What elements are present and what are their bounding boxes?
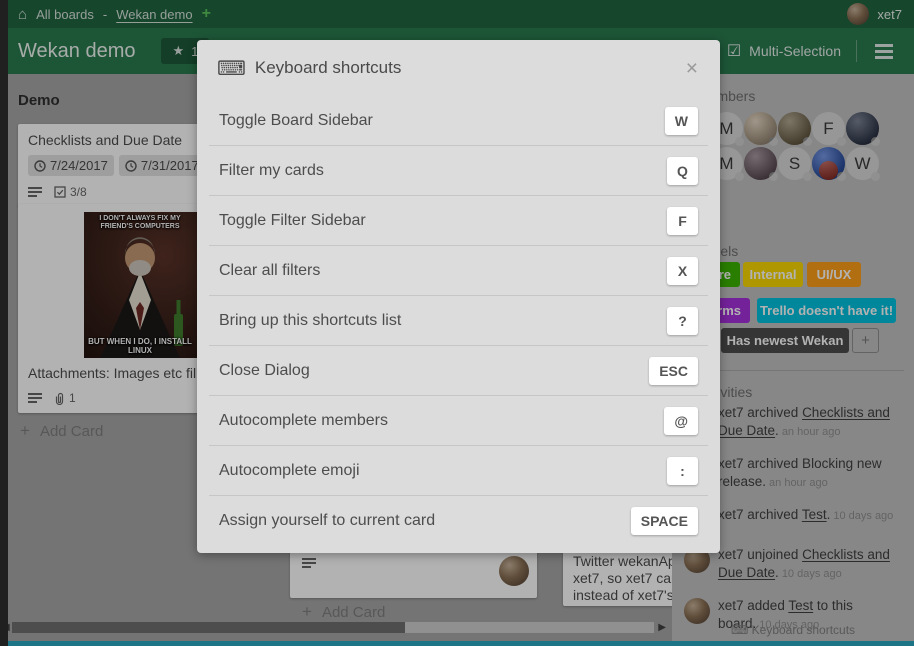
shortcut-row: Filter my cardsQ <box>209 145 708 195</box>
dialog-title: Keyboard shortcuts <box>255 58 401 78</box>
key-badge: X <box>667 257 698 285</box>
shortcut-row: Bring up this shortcuts list? <box>209 295 708 345</box>
key-badge: : <box>667 457 698 485</box>
shortcut-row: Autocomplete members@ <box>209 395 708 445</box>
close-icon[interactable]: × <box>686 58 698 79</box>
keyboard-shortcuts-dialog: ⌨ Keyboard shortcuts × Toggle Board Side… <box>197 40 720 553</box>
shortcut-row: Assign yourself to current cardSPACE <box>209 495 708 545</box>
key-badge: @ <box>664 407 698 435</box>
shortcut-row: Close DialogESC <box>209 345 708 395</box>
keyboard-icon: ⌨ <box>217 56 246 81</box>
shortcut-row: Autocomplete emoji: <box>209 445 708 495</box>
key-badge: ESC <box>649 357 698 385</box>
key-badge: Q <box>667 157 698 185</box>
key-badge: F <box>667 207 698 235</box>
wekan-app: ⌂ All boards - Wekan demo + xet7 Wekan d… <box>0 0 914 646</box>
key-badge: SPACE <box>631 507 698 535</box>
shortcut-row: Toggle Filter SidebarF <box>209 195 708 245</box>
shortcut-row: Toggle Board SidebarW <box>209 96 708 145</box>
key-badge: W <box>665 107 698 135</box>
key-badge: ? <box>667 307 698 335</box>
shortcut-row: Clear all filtersX <box>209 245 708 295</box>
